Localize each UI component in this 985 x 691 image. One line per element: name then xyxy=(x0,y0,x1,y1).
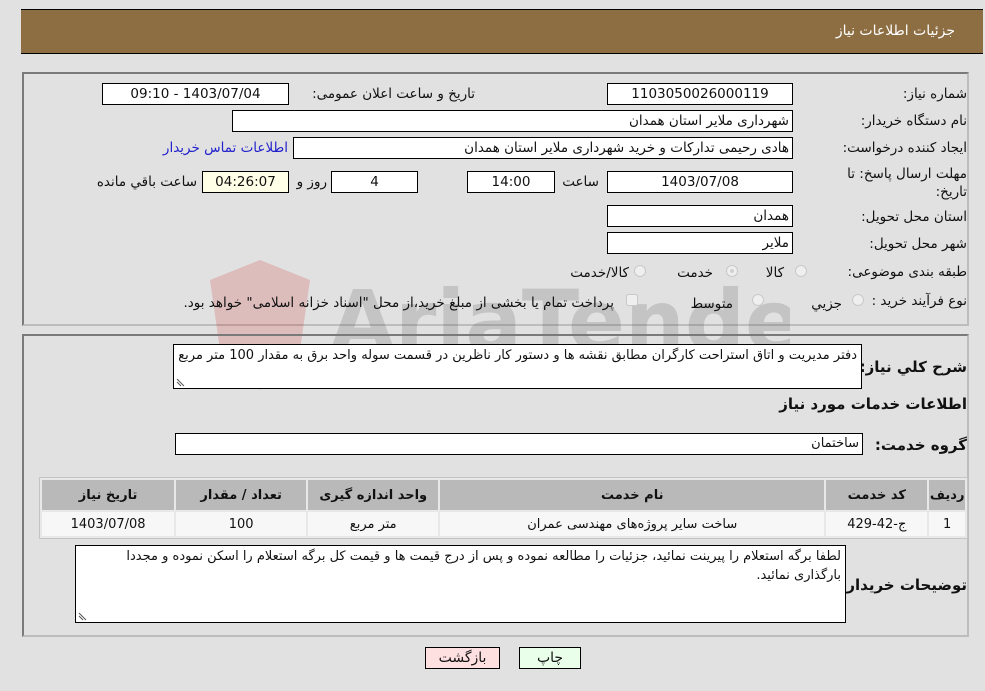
buyer-org-field: شهرداری ملایر استان همدان xyxy=(232,110,793,132)
cell-unit: متر مربع xyxy=(308,512,439,536)
category-radio-service[interactable] xyxy=(726,265,738,277)
service-group-field: ساختمان xyxy=(175,433,863,455)
cell-row-number: 1 xyxy=(929,512,965,536)
treasury-checkbox[interactable] xyxy=(626,294,638,306)
col-row-number: ردیف xyxy=(929,480,965,510)
buyer-org-label: نام دستگاه خریدار: xyxy=(860,113,967,129)
requester-field: هادی رحیمی تدارکات و خرید شهرداری ملایر … xyxy=(293,137,793,159)
purchase-type-radio-minor[interactable] xyxy=(852,294,864,306)
city-label: شهر محل تحویل: xyxy=(869,236,967,252)
cell-service-code: ج-42-429 xyxy=(826,512,928,536)
col-unit: واحد اندازه گیری xyxy=(308,480,439,510)
print-button[interactable]: چاپ xyxy=(519,647,581,669)
deadline-time-label: ساعت xyxy=(562,174,599,190)
page-title: جزئیات اطلاعات نیاز xyxy=(835,23,955,39)
purchase-type-label: نوع فرآیند خرید : xyxy=(871,293,967,309)
table-row: 1 ج-42-429 ساخت سایر پروژه‌های مهندسی عم… xyxy=(42,512,965,536)
resize-grip-icon[interactable] xyxy=(176,378,185,387)
need-number-label: شماره نیاز: xyxy=(902,86,967,102)
col-quantity: تعداد / مقدار xyxy=(176,480,307,510)
city-field: ملایر xyxy=(607,232,793,254)
category-radio-goods-service[interactable] xyxy=(634,265,646,277)
description-text: دفتر مدیریت و اتاق استراحت کارگران مطابق… xyxy=(178,348,857,363)
description-textarea[interactable]: دفتر مدیریت و اتاق استراحت کارگران مطابق… xyxy=(173,344,862,389)
col-service-name: نام خدمت xyxy=(440,480,825,510)
cell-need-date: 1403/07/08 xyxy=(42,512,175,536)
cell-service-name: ساخت سایر پروژه‌های مهندسی عمران xyxy=(440,512,825,536)
time-remaining-label: ساعت باقي مانده xyxy=(96,174,197,190)
category-label: طبقه بندی موضوعی: xyxy=(847,264,967,280)
need-number-field: 1103050026000119 xyxy=(607,83,793,105)
deadline-time-field: 14:00 xyxy=(467,171,555,193)
time-remaining-field: 04:26:07 xyxy=(202,171,289,193)
category-option-service: خدمت xyxy=(677,265,713,281)
description-label: شرح كلي نياز: xyxy=(859,358,967,376)
services-table: ردیف کد خدمت نام خدمت واحد اندازه گیری ت… xyxy=(39,477,968,539)
buyer-notes-label: توضیحات خریدار: xyxy=(840,576,967,594)
purchase-type-radio-medium[interactable] xyxy=(752,294,764,306)
buyer-contact-link[interactable]: اطلاعات تماس خریدار xyxy=(163,140,288,156)
service-group-label: گروه خدمت: xyxy=(874,436,967,454)
treasury-checkbox-label: پرداخت تمام یا بخشی از مبلغ خرید،از محل … xyxy=(183,295,614,311)
buyer-notes-textarea[interactable]: لطفا برگه استعلام را پیرینت نمائید، جزئی… xyxy=(75,545,846,623)
purchase-type-option-minor: جزيي xyxy=(811,296,842,312)
table-header-row: ردیف کد خدمت نام خدمت واحد اندازه گیری ت… xyxy=(42,480,965,510)
category-option-goods-service: کالا/خدمت xyxy=(570,265,629,281)
deadline-date-field: 1403/07/08 xyxy=(607,171,793,193)
province-field: همدان xyxy=(607,205,793,227)
days-remaining-field: 4 xyxy=(331,171,418,193)
province-label: استان محل تحویل: xyxy=(861,209,967,225)
col-service-code: کد خدمت xyxy=(826,480,928,510)
back-button[interactable]: بازگشت xyxy=(425,647,500,669)
cell-quantity: 100 xyxy=(176,512,307,536)
deadline-label: مهلت ارسال پاسخ: تا تاریخ: xyxy=(847,166,967,200)
announce-datetime-label: تاریخ و ساعت اعلان عمومی: xyxy=(312,86,475,102)
buyer-notes-text: لطفا برگه استعلام را پیرینت نمائید، جزئی… xyxy=(126,549,841,583)
col-need-date: تاریخ نیاز xyxy=(42,480,175,510)
requester-label: ایجاد کننده درخواست: xyxy=(842,140,967,156)
announce-datetime-field: 1403/07/04 - 09:10 xyxy=(102,83,289,105)
page-header: جزئیات اطلاعات نیاز xyxy=(21,9,983,54)
resize-grip-icon[interactable] xyxy=(78,612,87,621)
services-section-title: اطلاعات خدمات مورد نیاز xyxy=(779,395,967,413)
days-label: روز و xyxy=(296,174,327,190)
category-option-goods: کالا xyxy=(765,265,784,281)
category-radio-goods[interactable] xyxy=(795,265,807,277)
purchase-type-option-medium: متوسط xyxy=(690,296,733,312)
